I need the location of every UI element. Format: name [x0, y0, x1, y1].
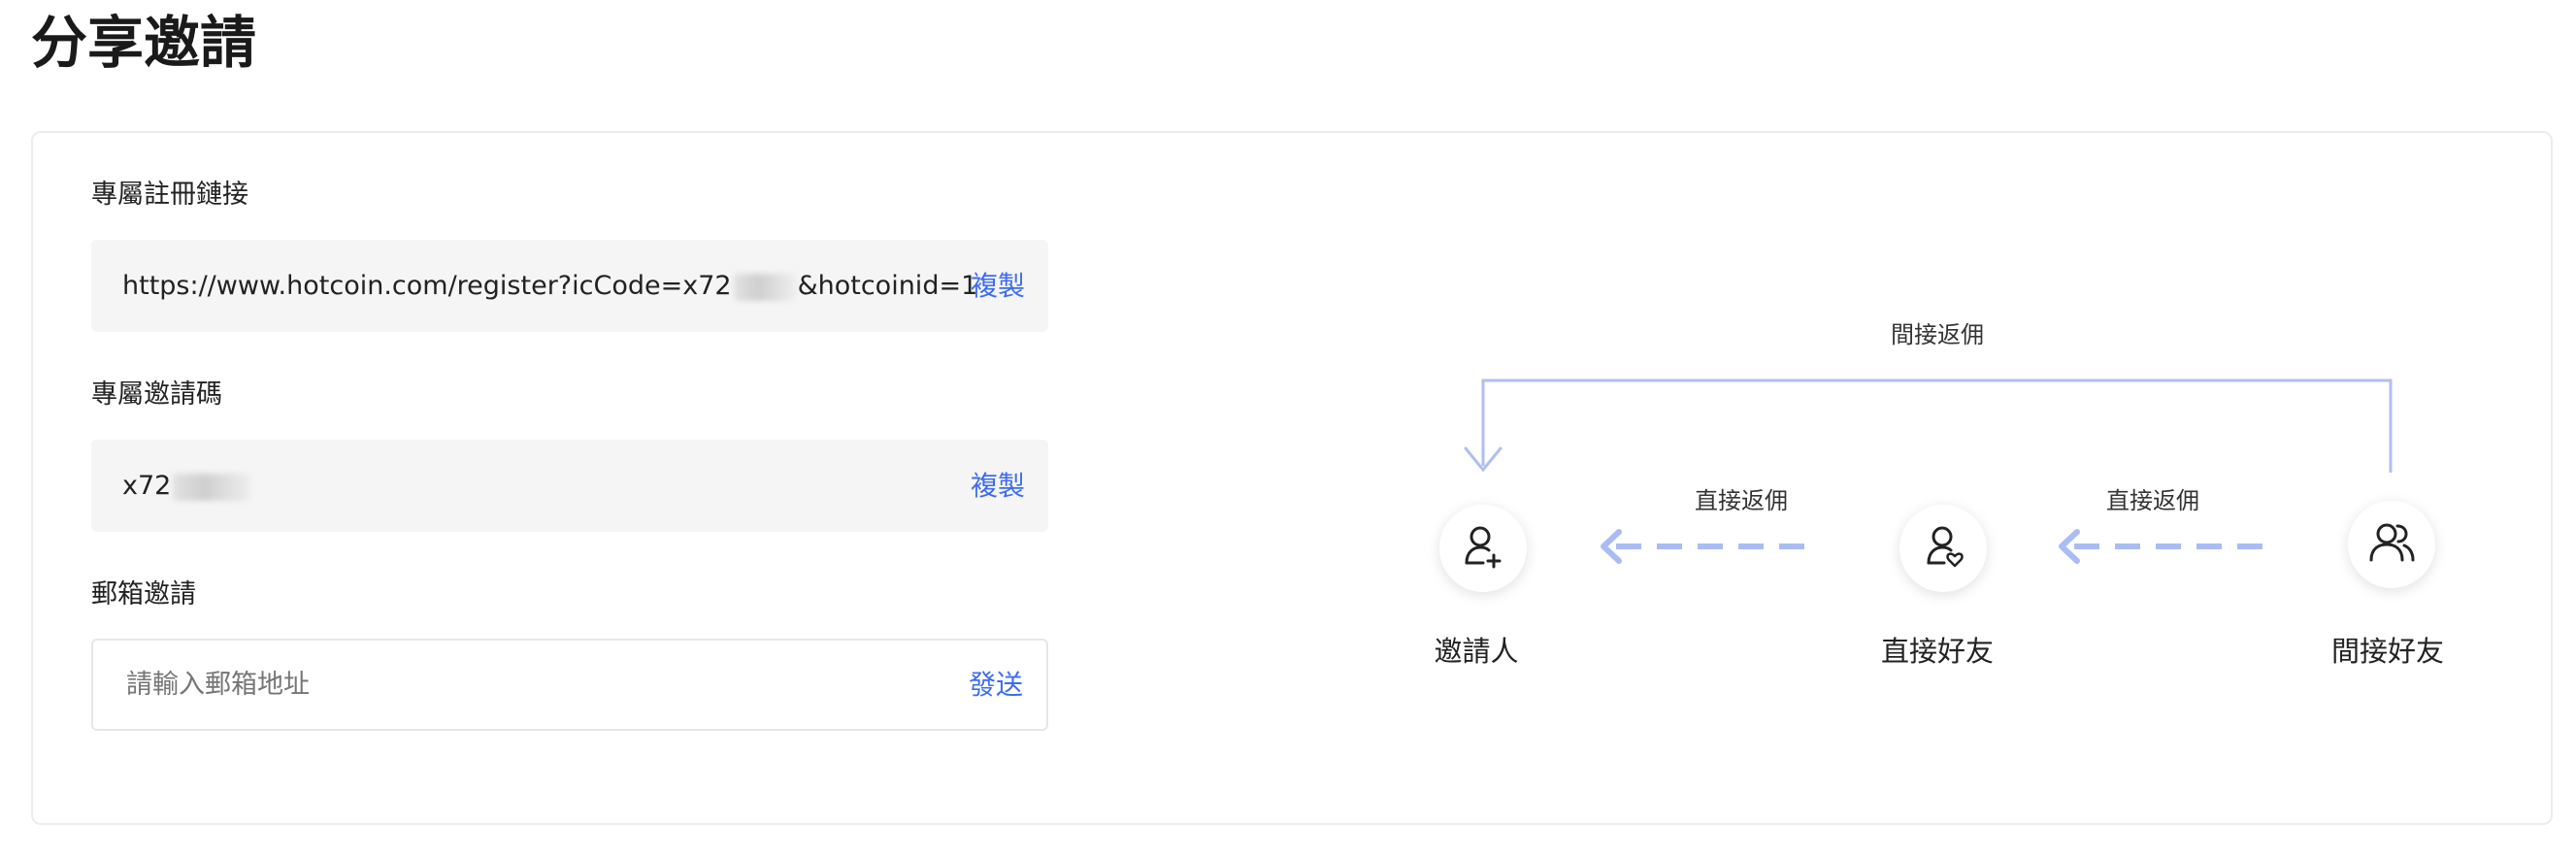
send-email-button[interactable]: 發送 [969, 641, 1023, 729]
inviter-node [1439, 505, 1527, 592]
direct-friend-label: 直接好友 [1880, 635, 1995, 668]
direct-rebate-label-left: 直接返佣 [1695, 487, 1788, 514]
link-value-prefix: https://www.hotcoin.com/register?icCode=… [122, 271, 732, 301]
link-field: https://www.hotcoin.com/register?icCode=… [91, 240, 1048, 332]
email-field: 發送 [91, 639, 1048, 731]
indirect-friend-node [2348, 501, 2435, 588]
email-label: 郵箱邀請 [91, 579, 196, 609]
copy-code-button[interactable]: 複製 [971, 440, 1025, 532]
link-value-suffix: &hotcoinid=1 [797, 271, 978, 301]
code-field: x72 複製 [91, 440, 1048, 532]
user-plus-icon [1465, 526, 1502, 569]
inviter-label: 邀請人 [1434, 635, 1519, 668]
redacted-mask [173, 473, 251, 501]
direct-friend-node [1899, 505, 1987, 592]
user-heart-icon [1927, 526, 1964, 568]
direct-rebate-label-right: 直接返佣 [2106, 487, 2199, 514]
users-icon [2369, 523, 2415, 562]
redacted-mask [733, 273, 796, 301]
indirect-friend-label: 間接好友 [2330, 635, 2445, 668]
indirect-rebate-label: 間接返佣 [1891, 321, 1984, 348]
email-input[interactable] [126, 641, 903, 729]
copy-link-button[interactable]: 複製 [971, 240, 1025, 332]
link-label: 專屬註冊鏈接 [91, 180, 248, 210]
link-value: https://www.hotcoin.com/register?icCode=… [122, 240, 977, 332]
code-label: 專屬邀請碼 [91, 379, 222, 410]
page-title: 分享邀請 [31, 10, 257, 76]
code-value-prefix: x72 [122, 471, 172, 501]
code-value: x72 [122, 440, 252, 532]
